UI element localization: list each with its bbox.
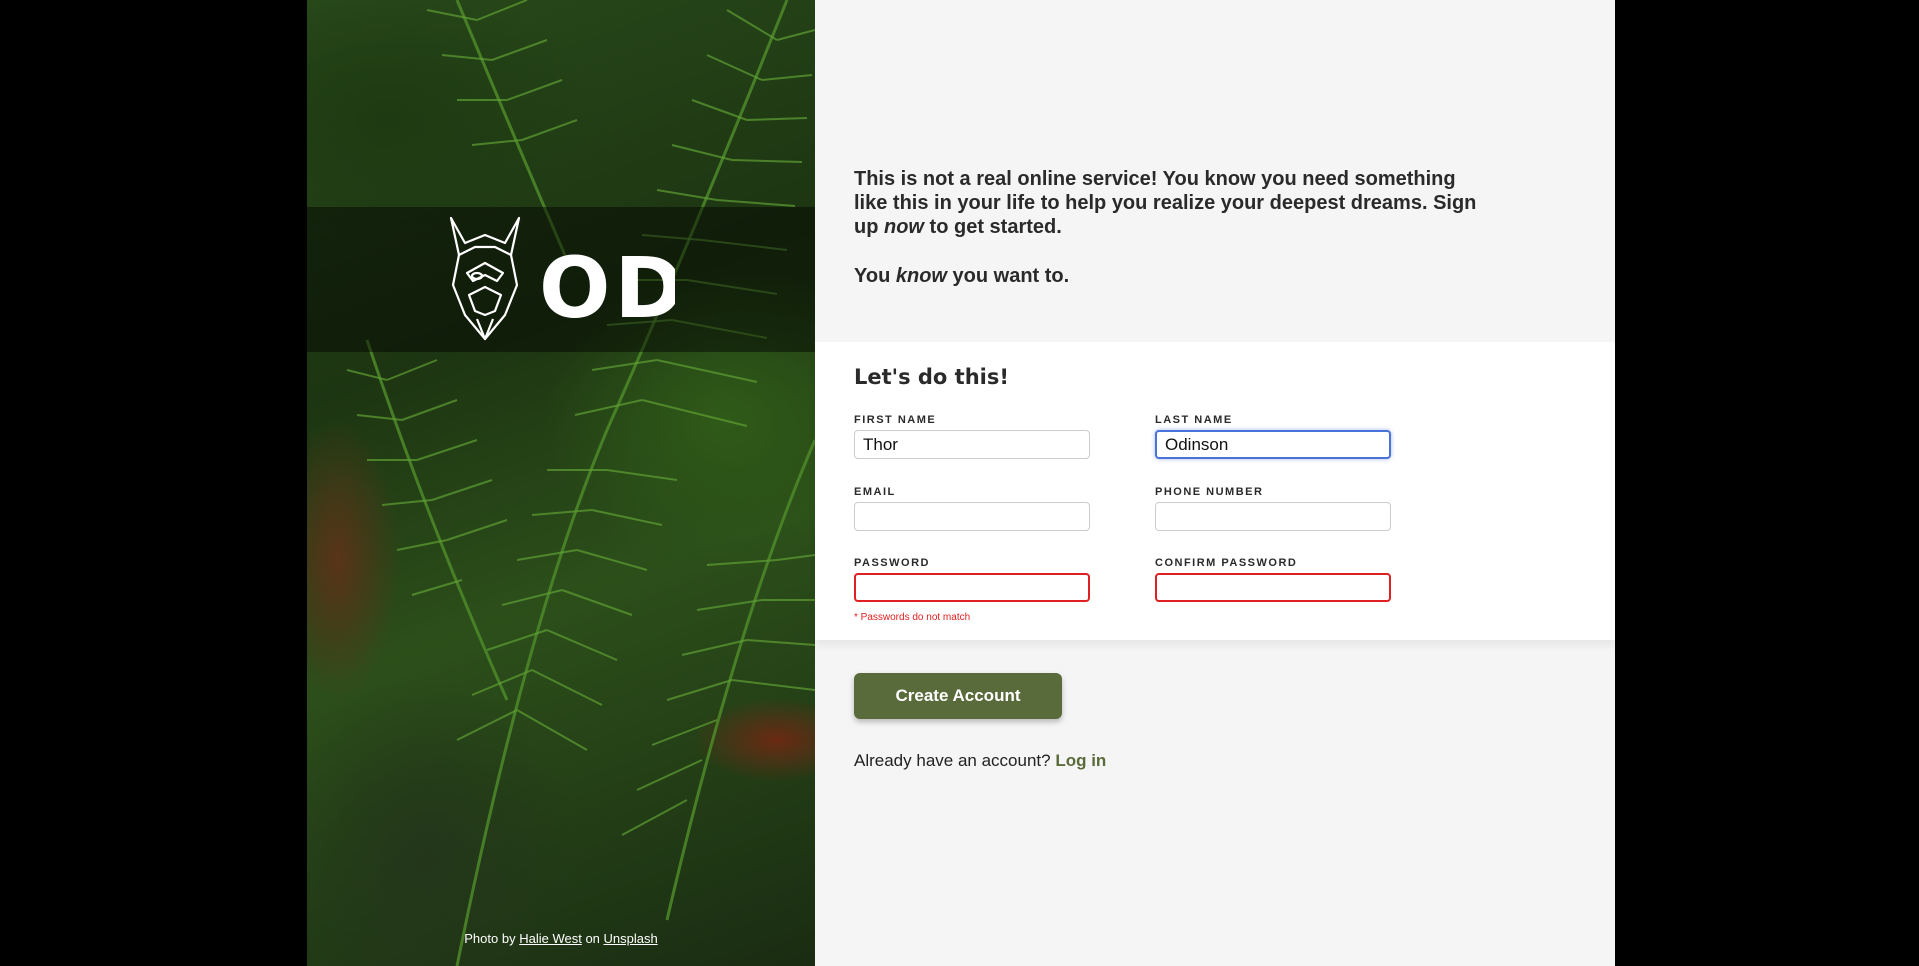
viking-helmet-icon: ODIN [449, 216, 675, 341]
signup-panel: This is not a real online service! You k… [815, 0, 1615, 966]
confirm-password-group: CONFIRM PASSWORD [1155, 557, 1391, 602]
password-group: PASSWORD [854, 557, 1090, 602]
password-input[interactable] [854, 573, 1090, 602]
know-em: know [895, 265, 947, 287]
credit-prefix: Photo by [464, 931, 520, 946]
phone-label: PHONE NUMBER [1155, 486, 1264, 498]
email-group: EMAIL [854, 486, 1090, 531]
first-name-group: FIRST NAME [854, 414, 1090, 459]
first-name-input[interactable] [854, 430, 1090, 459]
credit-mid: on [581, 931, 604, 946]
know-post: you want to. [946, 265, 1070, 287]
intro-paragraph: This is not a real online service! You k… [854, 167, 1494, 239]
photo-credit: Photo by Halie West on Unsplash [307, 931, 815, 946]
email-label: EMAIL [854, 486, 896, 498]
signup-em: now [884, 216, 924, 238]
confirm-password-label: CONFIRM PASSWORD [1155, 557, 1298, 569]
intro-line: This is not a real online service! You k… [854, 168, 1456, 214]
hero-image-panel: ODIN Photo by Halie West on Unsplash [307, 0, 815, 966]
credit-site-link[interactable]: Unsplash [604, 931, 658, 946]
password-label: PASSWORD [854, 557, 930, 569]
page: ODIN Photo by Halie West on Unsplash Thi… [307, 0, 1615, 966]
form-title: Let's do this! [854, 365, 1009, 389]
last-name-group: LAST NAME [1155, 414, 1391, 459]
login-prompt: Already have an account? Log in [854, 751, 1106, 771]
first-name-label: FIRST NAME [854, 414, 937, 426]
know-paragraph: You know you want to. [854, 264, 1494, 288]
phone-input[interactable] [1155, 502, 1391, 531]
confirm-password-input[interactable] [1155, 573, 1391, 602]
logo-text: ODIN [539, 239, 675, 337]
fern-background-image [346, 0, 815, 966]
intro-text: This is not a real online service! You k… [854, 167, 1494, 313]
password-error-message: * Passwords do not match [854, 612, 971, 623]
create-account-button[interactable]: Create Account [854, 673, 1062, 719]
credit-author-link[interactable]: Halie West [519, 931, 582, 946]
phone-group: PHONE NUMBER [1155, 486, 1391, 531]
last-name-input[interactable] [1155, 430, 1391, 459]
login-prompt-text: Already have an account? [854, 751, 1056, 770]
login-link[interactable]: Log in [1055, 751, 1106, 770]
signup-post: to get started. [924, 216, 1062, 238]
email-input[interactable] [854, 502, 1090, 531]
last-name-label: LAST NAME [1155, 414, 1233, 426]
know-pre: You [854, 265, 896, 287]
signup-form: Let's do this! FIRST NAME LAST NAME EMAI… [815, 342, 1615, 640]
